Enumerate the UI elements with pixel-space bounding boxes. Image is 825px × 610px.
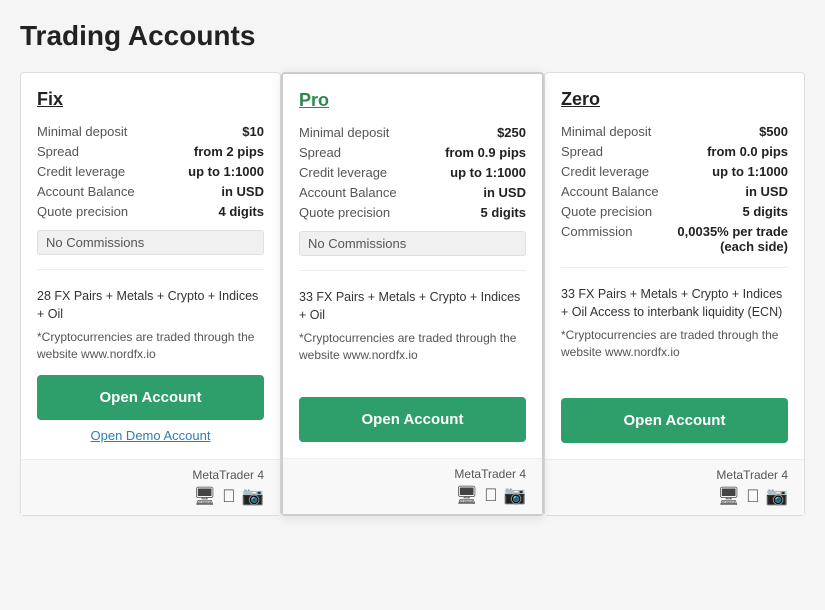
info-row: Minimal deposit $10	[37, 124, 264, 139]
cards-container: Fix Minimal deposit $10 Spread from 2 pips Cr…	[20, 72, 805, 516]
field-label: Minimal deposit	[37, 124, 127, 139]
info-row: Spread from 0.0 pips	[561, 144, 788, 159]
open-demo-account-link[interactable]: Open Demo Account	[37, 428, 264, 443]
desktop-icon: 🖥	[455, 485, 478, 506]
card-fix: Fix Minimal deposit $10 Spread from 2 pips Cr…	[20, 72, 281, 516]
pairs-text: 33 FX Pairs + Metals + Crypto + Indices …	[299, 289, 526, 324]
field-value: up to 1:1000	[450, 165, 526, 180]
info-row: Spread from 0.9 pips	[299, 145, 526, 160]
field-label: Minimal deposit	[561, 124, 651, 139]
desktop-icon: 🖥	[193, 486, 216, 507]
platform-icons: 🖥  📷	[193, 486, 264, 507]
info-row: Commission 0,0035% per trade (each side)	[561, 224, 788, 254]
card-footer: MetaTrader 4 🖥  📷	[21, 459, 280, 515]
field-value: 0,0035% per trade (each side)	[641, 224, 788, 254]
android-icon: 📷	[766, 486, 788, 507]
field-label: Credit leverage	[37, 164, 125, 179]
field-value: up to 1:1000	[188, 164, 264, 179]
field-value: from 0.9 pips	[445, 145, 526, 160]
card-title-pro: Pro	[299, 90, 526, 111]
info-row: Credit leverage up to 1:1000	[299, 165, 526, 180]
field-value: $10	[242, 124, 264, 139]
field-value: in USD	[221, 184, 264, 199]
metatrader-label: MetaTrader 4	[192, 468, 264, 482]
field-value: in USD	[745, 184, 788, 199]
pairs-text: 33 FX Pairs + Metals + Crypto + Indices …	[561, 286, 788, 321]
info-row: Minimal deposit $500	[561, 124, 788, 139]
field-label: Account Balance	[37, 184, 135, 199]
info-row: Account Balance in USD	[37, 184, 264, 199]
info-row: Quote precision 5 digits	[299, 205, 526, 220]
card-zero: Zero Minimal deposit $500 Spread from 0.0 pi…	[544, 72, 805, 516]
crypto-note: *Cryptocurrencies are traded through the…	[561, 327, 788, 386]
no-commission-badge: No Commissions	[37, 230, 264, 255]
apple-icon: 	[746, 486, 760, 507]
android-icon: 📷	[242, 486, 264, 507]
open-account-button-pro[interactable]: Open Account	[299, 397, 526, 442]
field-value: up to 1:1000	[712, 164, 788, 179]
platform-icons: 🖥  📷	[455, 485, 526, 506]
info-row: Minimal deposit $250	[299, 125, 526, 140]
android-icon: 📷	[504, 485, 526, 506]
field-value: in USD	[483, 185, 526, 200]
apple-icon: 	[484, 485, 498, 506]
field-value: 5 digits	[742, 204, 788, 219]
field-value: from 2 pips	[194, 144, 264, 159]
field-value: $250	[497, 125, 526, 140]
metatrader-label: MetaTrader 4	[716, 468, 788, 482]
field-label: Quote precision	[299, 205, 390, 220]
field-value: from 0.0 pips	[707, 144, 788, 159]
card-footer: MetaTrader 4 🖥  📷	[283, 458, 542, 514]
page-title: Trading Accounts	[20, 20, 805, 52]
card-footer: MetaTrader 4 🖥  📷	[545, 459, 804, 515]
metatrader-label: MetaTrader 4	[454, 467, 526, 481]
info-row: Quote precision 4 digits	[37, 204, 264, 219]
crypto-note: *Cryptocurrencies are traded through the…	[299, 330, 526, 385]
no-commission-badge: No Commissions	[299, 231, 526, 256]
field-label: Account Balance	[561, 184, 659, 199]
info-row: Credit leverage up to 1:1000	[37, 164, 264, 179]
field-label: Minimal deposit	[299, 125, 389, 140]
info-row: Account Balance in USD	[299, 185, 526, 200]
open-account-button-zero[interactable]: Open Account	[561, 398, 788, 443]
desktop-icon: 🖥	[717, 486, 740, 507]
platform-icons: 🖥  📷	[717, 486, 788, 507]
open-account-button-fix[interactable]: Open Account	[37, 375, 264, 420]
field-label: Credit leverage	[561, 164, 649, 179]
info-row: Spread from 2 pips	[37, 144, 264, 159]
field-label: Spread	[299, 145, 341, 160]
field-label: Credit leverage	[299, 165, 387, 180]
info-row: Quote precision 5 digits	[561, 204, 788, 219]
info-row: Credit leverage up to 1:1000	[561, 164, 788, 179]
field-label: Account Balance	[299, 185, 397, 200]
field-label: Spread	[561, 144, 603, 159]
field-label: Commission	[561, 224, 633, 239]
card-pro: Pro Minimal deposit $250 Spread from 0.9 pip…	[281, 72, 544, 516]
crypto-note: *Cryptocurrencies are traded through the…	[37, 329, 264, 363]
field-value: 5 digits	[480, 205, 526, 220]
field-label: Quote precision	[37, 204, 128, 219]
field-label: Spread	[37, 144, 79, 159]
card-title-fix: Fix	[37, 89, 264, 110]
field-value: 4 digits	[218, 204, 264, 219]
card-title-zero: Zero	[561, 89, 788, 110]
info-row: Account Balance in USD	[561, 184, 788, 199]
field-value: $500	[759, 124, 788, 139]
field-label: Quote precision	[561, 204, 652, 219]
pairs-text: 28 FX Pairs + Metals + Crypto + Indices …	[37, 288, 264, 323]
apple-icon: 	[222, 486, 236, 507]
